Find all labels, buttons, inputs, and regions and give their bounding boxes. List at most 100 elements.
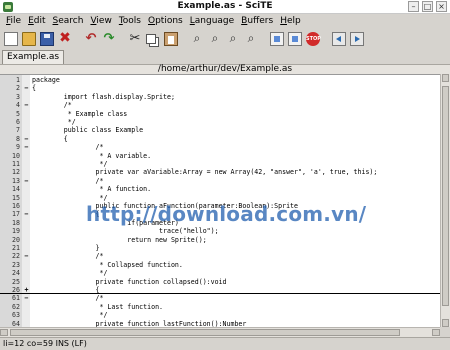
code-editor[interactable]: 1 package 2−{3 import flash.display.Sprite… bbox=[0, 74, 440, 327]
horizontal-scroll-thumb[interactable] bbox=[10, 329, 400, 336]
vertical-scrollbar[interactable] bbox=[440, 74, 450, 327]
code-line[interactable]: 21 } bbox=[0, 244, 440, 252]
line-number: 1 bbox=[16, 76, 20, 84]
prev-buffer-icon[interactable] bbox=[332, 32, 346, 46]
code-line[interactable]: 19 trace("hello"); bbox=[0, 227, 440, 235]
line-number: 62 bbox=[12, 302, 20, 311]
stop-icon[interactable]: STOP bbox=[306, 32, 321, 46]
scroll-down-arrow[interactable] bbox=[442, 319, 449, 327]
maximize-button[interactable]: □ bbox=[422, 1, 433, 12]
code-text: */ bbox=[32, 193, 108, 202]
code-line[interactable]: 9− /* bbox=[0, 143, 440, 151]
code-line[interactable]: 24 */ bbox=[0, 269, 440, 277]
cut-icon[interactable]: ✂ bbox=[128, 32, 142, 46]
code-line[interactable]: 15 */ bbox=[0, 194, 440, 202]
menu-options[interactable]: Options bbox=[148, 14, 183, 28]
code-line[interactable]: 5 * Example class bbox=[0, 110, 440, 118]
code-line[interactable]: 63 */ bbox=[0, 311, 440, 319]
code-line[interactable]: 4− /* bbox=[0, 101, 440, 109]
code-line[interactable]: 2−{ bbox=[0, 84, 440, 92]
code-text: public class Example bbox=[32, 126, 144, 135]
fold-expand-icon[interactable]: + bbox=[23, 286, 30, 294]
vertical-scroll-thumb[interactable] bbox=[442, 86, 449, 306]
code-text: private var aVariable:Array = new Array(… bbox=[32, 168, 378, 177]
fold-collapse-icon[interactable]: − bbox=[23, 294, 30, 302]
line-number: 18 bbox=[12, 218, 20, 227]
code-line[interactable]: 26 + { bbox=[0, 286, 440, 295]
scroll-right-arrow[interactable] bbox=[432, 329, 440, 336]
fold-collapse-icon[interactable]: − bbox=[23, 135, 30, 143]
code-text: * Collapsed function. bbox=[32, 260, 183, 269]
code-line[interactable]: 20 return new Sprite(); bbox=[0, 236, 440, 244]
code-line[interactable]: 3 import flash.display.Sprite; bbox=[0, 93, 440, 101]
code-text: private function lastFunction():Number bbox=[32, 319, 247, 327]
code-text: /* bbox=[32, 252, 104, 261]
line-number: 9 bbox=[16, 143, 20, 152]
code-text: * Last function. bbox=[32, 302, 164, 311]
open-icon[interactable] bbox=[22, 32, 36, 46]
status-text: li=12 co=59 INS (LF) bbox=[3, 339, 87, 348]
close-icon[interactable]: ✖ bbox=[58, 31, 72, 46]
toolbar: ✖ ↶ ↷ ✂ ⌕ ⌕ ⌕ ⌕ STOP bbox=[0, 29, 450, 49]
fold-collapse-icon[interactable]: − bbox=[23, 101, 30, 109]
redo-icon[interactable]: ↷ bbox=[102, 32, 116, 46]
menu-help[interactable]: Help bbox=[280, 14, 301, 28]
undo-icon[interactable]: ↶ bbox=[84, 32, 98, 46]
code-text: import flash.display.Sprite; bbox=[32, 92, 175, 101]
menu-language[interactable]: Language bbox=[190, 14, 234, 28]
code-line[interactable]: 23 * Collapsed function. bbox=[0, 261, 440, 269]
copy-icon[interactable] bbox=[146, 34, 156, 44]
paste-icon[interactable] bbox=[164, 32, 178, 46]
code-line[interactable]: 64 private function lastFunction():Numbe… bbox=[0, 320, 440, 327]
code-line[interactable]: 6 */ bbox=[0, 118, 440, 126]
code-line[interactable]: 11 */ bbox=[0, 160, 440, 168]
code-text: */ bbox=[32, 118, 76, 126]
fold-collapse-icon[interactable]: − bbox=[23, 143, 30, 151]
code-text: { bbox=[32, 286, 100, 294]
code-line[interactable]: 10 * A variable. bbox=[0, 152, 440, 160]
fold-collapse-icon[interactable]: − bbox=[23, 210, 30, 218]
code-line[interactable]: 8− { bbox=[0, 135, 440, 143]
code-line[interactable]: 61− /* bbox=[0, 294, 440, 302]
menu-view[interactable]: View bbox=[90, 14, 111, 28]
code-line[interactable]: 12 private var aVariable:Array = new Arr… bbox=[0, 168, 440, 176]
tab-example-as[interactable]: Example.as bbox=[2, 50, 65, 64]
menu-search[interactable]: Search bbox=[53, 14, 84, 28]
find-next-icon[interactable]: ⌕ bbox=[208, 32, 222, 46]
code-line[interactable]: 22− /* bbox=[0, 252, 440, 260]
fold-collapse-icon[interactable]: − bbox=[23, 252, 30, 260]
horizontal-scrollbar[interactable] bbox=[0, 327, 440, 337]
next-buffer-icon[interactable] bbox=[350, 32, 364, 46]
line-number: 10 bbox=[12, 151, 20, 160]
code-line[interactable]: 62 * Last function. bbox=[0, 303, 440, 311]
window-controls: – □ × bbox=[408, 1, 447, 12]
fold-collapse-icon[interactable]: − bbox=[23, 177, 30, 185]
menu-buffers[interactable]: Buffers bbox=[241, 14, 273, 28]
build-icon[interactable] bbox=[288, 32, 302, 46]
close-window-button[interactable]: × bbox=[436, 1, 447, 12]
code-text: */ bbox=[32, 269, 108, 278]
goto-icon[interactable]: ⌕ bbox=[244, 32, 258, 46]
line-number: 13 bbox=[12, 176, 20, 185]
fold-collapse-icon[interactable]: − bbox=[23, 84, 30, 92]
code-line[interactable]: 25 private function collapsed():void bbox=[0, 278, 440, 286]
menu-file[interactable]: File bbox=[6, 14, 21, 28]
code-line[interactable]: 14 * A function. bbox=[0, 185, 440, 193]
replace-icon[interactable]: ⌕ bbox=[226, 32, 240, 46]
code-text: { bbox=[32, 134, 68, 143]
code-line[interactable]: 7 public class Example bbox=[0, 126, 440, 134]
save-icon[interactable] bbox=[40, 32, 54, 46]
scroll-up-arrow[interactable] bbox=[442, 74, 449, 82]
code-line[interactable]: 13− /* bbox=[0, 177, 440, 185]
menu-tools[interactable]: Tools bbox=[119, 14, 141, 28]
scroll-left-arrow[interactable] bbox=[0, 329, 8, 336]
line-number: 11 bbox=[12, 160, 20, 168]
menu-edit[interactable]: Edit bbox=[28, 14, 45, 28]
find-icon[interactable]: ⌕ bbox=[190, 32, 204, 46]
new-icon[interactable] bbox=[4, 32, 18, 46]
code-line[interactable]: 1 package bbox=[0, 76, 440, 84]
line-number: 16 bbox=[12, 202, 20, 210]
compile-icon[interactable] bbox=[270, 32, 284, 46]
path-bar: /home/arthur/dev/Example.as bbox=[0, 64, 450, 74]
minimize-button[interactable]: – bbox=[408, 1, 419, 12]
